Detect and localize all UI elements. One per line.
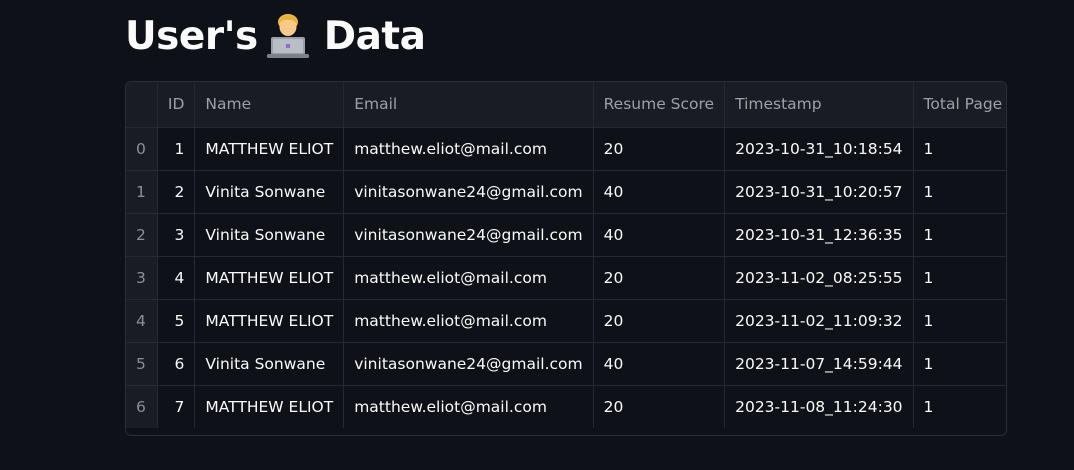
row-index-cell[interactable]: 3 xyxy=(126,256,158,300)
resume-score-cell[interactable]: 40 xyxy=(593,170,726,214)
total-page-cell[interactable]: 1 xyxy=(913,127,1006,171)
table-row[interactable]: 1 2 Vinita Sonwane vinitasonwane24@gmail.co… xyxy=(126,170,1006,214)
name-cell[interactable]: MATTHEW ELIOT xyxy=(194,299,345,343)
table-row[interactable]: 4 5 MATTHEW ELIOT matthew.eliot@mail.com 20 2… xyxy=(126,299,1006,343)
name-cell[interactable]: Vinita Sonwane xyxy=(194,342,345,386)
column-header-email[interactable]: Email xyxy=(343,82,594,128)
id-cell[interactable]: 1 xyxy=(157,127,196,171)
total-page-cell[interactable]: 1 xyxy=(913,342,1006,386)
row-index-cell[interactable]: 5 xyxy=(126,342,158,386)
email-cell[interactable]: matthew.eliot@mail.com xyxy=(343,256,594,300)
data-table[interactable]: ID Name Email Resume Score Timestamp Tot… xyxy=(125,81,1007,436)
timestamp-cell[interactable]: 2023-10-31_10:18:54 xyxy=(724,127,914,171)
id-cell[interactable]: 7 xyxy=(157,385,196,428)
row-index-cell[interactable]: 2 xyxy=(126,213,158,257)
resume-score-cell[interactable]: 20 xyxy=(593,385,726,428)
column-header-id[interactable]: ID xyxy=(157,82,196,128)
technologist-emoji-icon xyxy=(262,10,314,62)
resume-score-cell[interactable]: 40 xyxy=(593,342,726,386)
data-table-grid: ID Name Email Resume Score Timestamp Tot… xyxy=(126,82,1006,428)
timestamp-cell[interactable]: 2023-11-07_14:59:44 xyxy=(724,342,914,386)
technologist-emoji-svg xyxy=(266,14,309,58)
timestamp-cell[interactable]: 2023-11-08_11:24:30 xyxy=(724,385,914,428)
timestamp-cell[interactable]: 2023-10-31_12:36:35 xyxy=(724,213,914,257)
total-page-cell[interactable]: 1 xyxy=(913,385,1006,428)
table-row[interactable]: 0 1 MATTHEW ELIOT matthew.eliot@mail.com 20 2… xyxy=(126,127,1006,171)
name-cell[interactable]: Vinita Sonwane xyxy=(194,213,345,257)
table-row[interactable]: 3 4 MATTHEW ELIOT matthew.eliot@mail.com 20 2… xyxy=(126,256,1006,300)
resume-score-cell[interactable]: 20 xyxy=(593,299,726,343)
total-page-cell[interactable]: 1 xyxy=(913,256,1006,300)
column-header-total-page[interactable]: Total Page xyxy=(913,82,1006,128)
total-page-cell[interactable]: 1 xyxy=(913,170,1006,214)
timestamp-cell[interactable]: 2023-10-31_10:20:57 xyxy=(724,170,914,214)
table-body: 0 1 MATTHEW ELIOT matthew.eliot@mail.com 20 2… xyxy=(126,127,1006,428)
resume-score-cell[interactable]: 20 xyxy=(593,127,726,171)
email-cell[interactable]: matthew.eliot@mail.com xyxy=(343,299,594,343)
id-cell[interactable]: 3 xyxy=(157,213,196,257)
column-header-timestamp[interactable]: Timestamp xyxy=(724,82,914,128)
row-index-cell[interactable]: 1 xyxy=(126,170,158,214)
page-title: User's Data xyxy=(125,8,426,64)
email-cell[interactable]: vinitasonwane24@gmail.com xyxy=(343,213,594,257)
table-header-row: ID Name Email Resume Score Timestamp Tot… xyxy=(126,82,1006,128)
email-cell[interactable]: matthew.eliot@mail.com xyxy=(343,385,594,428)
email-cell[interactable]: vinitasonwane24@gmail.com xyxy=(343,342,594,386)
name-cell[interactable]: MATTHEW ELIOT xyxy=(194,127,345,171)
column-header-name[interactable]: Name xyxy=(194,82,345,128)
id-cell[interactable]: 2 xyxy=(157,170,196,214)
row-index-cell[interactable]: 0 xyxy=(126,127,158,171)
table-row[interactable]: 6 7 MATTHEW ELIOT matthew.eliot@mail.com 20 2… xyxy=(126,385,1006,428)
name-cell[interactable]: MATTHEW ELIOT xyxy=(194,385,345,428)
title-text-before: User's xyxy=(125,13,258,59)
total-page-cell[interactable]: 1 xyxy=(913,299,1006,343)
resume-score-cell[interactable]: 40 xyxy=(593,213,726,257)
title-text-after: Data xyxy=(323,13,426,59)
table-row[interactable]: 2 3 Vinita Sonwane vinitasonwane24@gmail.co… xyxy=(126,213,1006,257)
resume-score-cell[interactable]: 20 xyxy=(593,256,726,300)
timestamp-cell[interactable]: 2023-11-02_11:09:32 xyxy=(724,299,914,343)
email-cell[interactable]: matthew.eliot@mail.com xyxy=(343,127,594,171)
name-cell[interactable]: MATTHEW ELIOT xyxy=(194,256,345,300)
table-row[interactable]: 5 6 Vinita Sonwane vinitasonwane24@gmail.co… xyxy=(126,342,1006,386)
name-cell[interactable]: Vinita Sonwane xyxy=(194,170,345,214)
id-cell[interactable]: 6 xyxy=(157,342,196,386)
email-cell[interactable]: vinitasonwane24@gmail.com xyxy=(343,170,594,214)
column-header-resume-score[interactable]: Resume Score xyxy=(593,82,726,128)
id-cell[interactable]: 4 xyxy=(157,256,196,300)
id-cell[interactable]: 5 xyxy=(157,299,196,343)
row-index-cell[interactable]: 6 xyxy=(126,385,158,428)
row-index-cell[interactable]: 4 xyxy=(126,299,158,343)
total-page-cell[interactable]: 1 xyxy=(913,213,1006,257)
page: User's Data ID Name Email Resume Score T… xyxy=(0,0,1074,470)
timestamp-cell[interactable]: 2023-11-02_08:25:55 xyxy=(724,256,914,300)
column-header-index[interactable] xyxy=(126,82,158,128)
